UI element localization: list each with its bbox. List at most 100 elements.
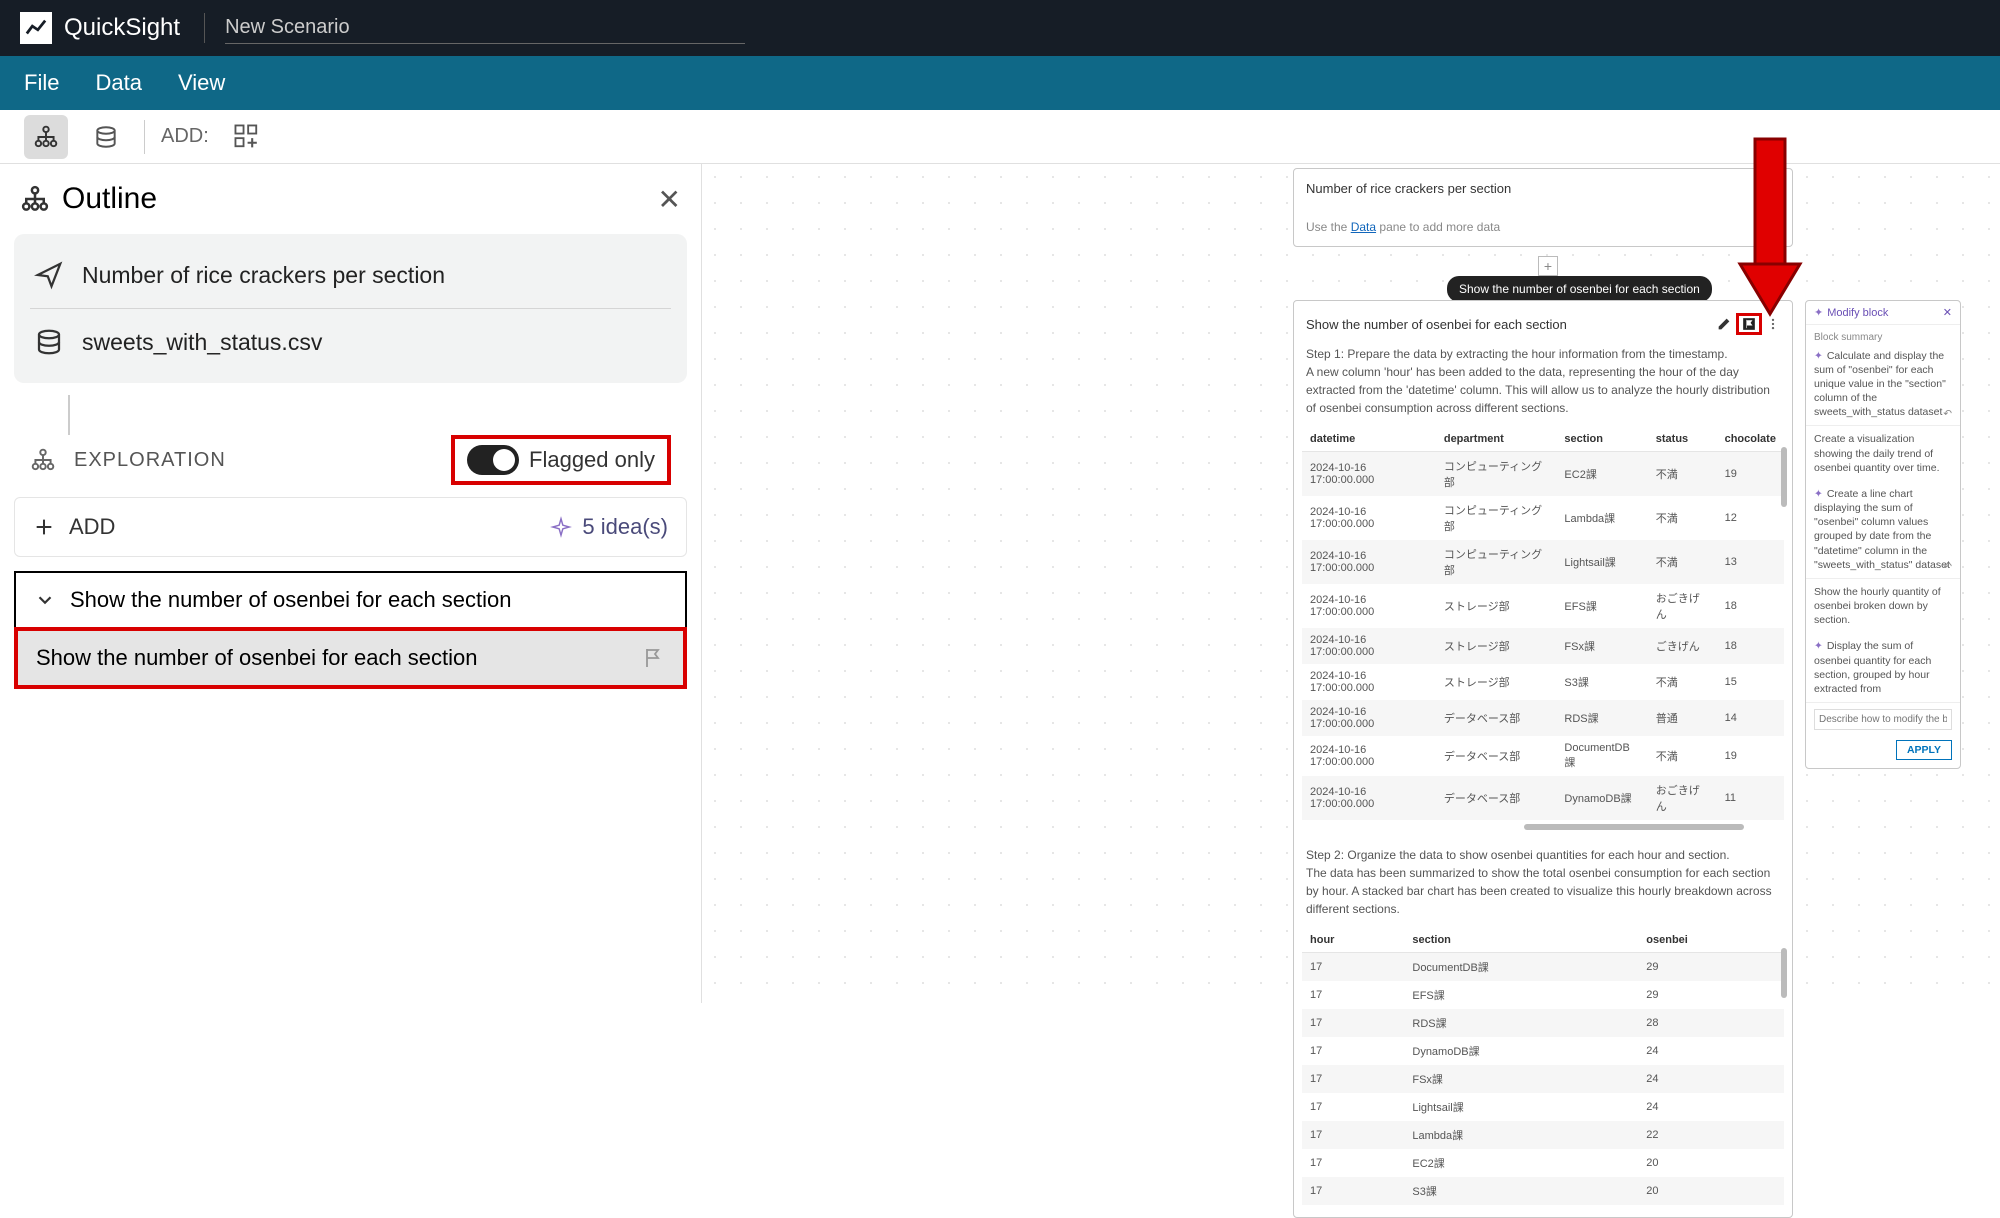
undo-icon[interactable]: ↶ xyxy=(1943,407,1952,421)
scenario-name-input[interactable] xyxy=(225,12,745,44)
table2-wrap: hoursectionosenbei17DocumentDB課2917EFS課2… xyxy=(1302,928,1784,1205)
sparkle-icon: ✦ xyxy=(1814,640,1823,652)
modify-header[interactable]: ✦Modify block ✕ xyxy=(1806,301,1960,325)
add-button[interactable]: ADD xyxy=(33,514,115,540)
data-hint: Use the Data pane to add more data xyxy=(1306,220,1780,234)
table-row: 2024-10-16 17:00:00.000データベース部RDS課普通14 xyxy=(1302,700,1784,736)
step2-line1: Step 2: Organize the data to show osenbe… xyxy=(1306,846,1780,864)
tree-child-label: Show the number of osenbei for each sect… xyxy=(36,645,478,671)
table-row: 17FSx課24 xyxy=(1302,1065,1784,1093)
canvas[interactable]: Number of rice crackers per section Use … xyxy=(702,164,2000,1003)
apply-button[interactable]: APPLY xyxy=(1896,740,1952,760)
flagged-only-toggle[interactable] xyxy=(467,445,519,475)
toolbar-separator xyxy=(144,120,145,154)
table-row: 17RDS課28 xyxy=(1302,1009,1784,1037)
thread-card[interactable]: Number of rice crackers per section swee… xyxy=(14,234,687,383)
table2-scrollbar-v[interactable] xyxy=(1781,948,1787,998)
table-row: 2024-10-16 17:00:00.000データベース部DynamoDB課お… xyxy=(1302,776,1784,820)
modify-block-panel: ✦Modify block ✕ Block summary ✦Calculate… xyxy=(1805,300,1961,769)
exploration-row: EXPLORATION Flagged only xyxy=(14,435,687,485)
table1-scrollbar-h[interactable] xyxy=(1524,824,1744,830)
table-row: 17EFS課29 xyxy=(1302,981,1784,1009)
flag-icon xyxy=(641,646,665,670)
data-pane-link[interactable]: Data xyxy=(1351,220,1376,234)
col-header: department xyxy=(1436,427,1557,452)
annotation-arrow xyxy=(1735,134,1805,324)
edit-icon[interactable] xyxy=(1716,316,1732,332)
col-header: chocolate xyxy=(1717,427,1784,452)
tree-connector xyxy=(68,395,70,435)
summary-label: Block summary xyxy=(1814,331,1952,345)
flagged-only-label: Flagged only xyxy=(529,447,655,473)
sparkle-icon xyxy=(550,516,572,538)
thread-header-title: Number of rice crackers per section xyxy=(1306,181,1780,196)
table-row: 17Lambda課22 xyxy=(1302,1121,1784,1149)
exploration-label-text: EXPLORATION xyxy=(74,449,226,472)
outline-view-button[interactable] xyxy=(24,115,68,159)
hierarchy-icon xyxy=(33,124,59,150)
table-row: 17Lightsail課24 xyxy=(1302,1093,1784,1121)
app-header: QuickSight xyxy=(0,0,2000,56)
add-block-button[interactable] xyxy=(225,115,269,159)
table-row: 2024-10-16 17:00:00.000ストレージ部EFS課おごきげん18 xyxy=(1302,584,1784,628)
menu-data[interactable]: Data xyxy=(95,70,141,96)
main-area: Outline ✕ Number of rice crackers per se… xyxy=(0,164,2000,1003)
exploration-child-highlight: Show the number of osenbei for each sect… xyxy=(14,627,687,689)
col-header: hour xyxy=(1302,928,1404,953)
close-outline-button[interactable]: ✕ xyxy=(658,183,681,216)
outline-title-text: Outline xyxy=(62,182,157,216)
data-table-2: hoursectionosenbei17DocumentDB課2917EFS課2… xyxy=(1302,928,1784,1205)
send-icon xyxy=(34,260,64,290)
toolbar: ADD: xyxy=(0,110,2000,164)
col-header: datetime xyxy=(1302,427,1436,452)
analysis-block[interactable]: Show the number of osenbei for each sect… xyxy=(1293,300,1793,1218)
sparkle-icon: ✦ xyxy=(1814,350,1823,362)
data-table-1: datetimedepartmentsectionstatuschocolate… xyxy=(1302,427,1784,820)
table-row: 2024-10-16 17:00:00.000データベース部DocumentDB… xyxy=(1302,736,1784,776)
outline-sidebar: Outline ✕ Number of rice crackers per se… xyxy=(0,164,702,1003)
table1-wrap: datetimedepartmentsectionstatuschocolate… xyxy=(1302,427,1784,820)
database-icon xyxy=(34,327,64,357)
modify-description-input[interactable] xyxy=(1814,709,1952,730)
outline-header: Outline ✕ xyxy=(14,182,687,216)
flagged-only-control: Flagged only xyxy=(451,435,671,485)
hierarchy-icon xyxy=(30,447,56,473)
step2-line2: The data has been summarized to show the… xyxy=(1306,864,1780,918)
quicksight-logo xyxy=(20,12,52,44)
menu-file[interactable]: File xyxy=(24,70,59,96)
table-row: 2024-10-16 17:00:00.000ストレージ部FSx課ごきげん18 xyxy=(1302,628,1784,664)
col-header: status xyxy=(1648,427,1717,452)
plus-icon xyxy=(33,516,55,538)
exploration-child-item[interactable]: Show the number of osenbei for each sect… xyxy=(18,631,683,685)
step1-line1: Step 1: Prepare the data by extracting t… xyxy=(1306,345,1780,363)
add-ideas-row: ADD 5 idea(s) xyxy=(14,497,687,557)
add-block-inline-button[interactable]: + xyxy=(1538,256,1558,276)
sparkle-icon: ✦ xyxy=(1814,488,1823,500)
table-row: 2024-10-16 17:00:00.000コンピューティング部Lightsa… xyxy=(1302,540,1784,584)
close-icon[interactable]: ✕ xyxy=(1943,306,1952,319)
menu-view[interactable]: View xyxy=(178,70,225,96)
table-row: 17S3課20 xyxy=(1302,1177,1784,1205)
thread-header-block[interactable]: Number of rice crackers per section Use … xyxy=(1293,168,1793,247)
suggestion-2[interactable]: Create a line chart displaying the sum o… xyxy=(1814,488,1950,571)
exploration-parent-item[interactable]: Show the number of osenbei for each sect… xyxy=(14,571,687,627)
ideas-button[interactable]: 5 idea(s) xyxy=(550,514,668,540)
tree-parent-label: Show the number of osenbei for each sect… xyxy=(70,587,512,613)
summary-text: Calculate and display the sum of "osenbe… xyxy=(1814,350,1946,419)
suggestion-4[interactable]: Display the sum of osenbei quantity for … xyxy=(1814,640,1931,695)
step1-line2: A new column 'hour' has been added to th… xyxy=(1306,363,1780,417)
data-view-button[interactable] xyxy=(84,115,128,159)
chevron-down-icon xyxy=(34,589,56,611)
suggestion-3[interactable]: Show the hourly quantity of osenbei brok… xyxy=(1806,579,1960,634)
table-row: 17EC2課20 xyxy=(1302,1149,1784,1177)
table1-scrollbar-v[interactable] xyxy=(1781,447,1787,507)
col-header: osenbei xyxy=(1638,928,1784,953)
col-header: section xyxy=(1556,427,1647,452)
hierarchy-icon xyxy=(20,184,50,214)
table-row: 2024-10-16 17:00:00.000コンピューティング部Lambda課… xyxy=(1302,496,1784,540)
block-title: Show the number of osenbei for each sect… xyxy=(1306,317,1567,332)
table-row: 17DynamoDB課24 xyxy=(1302,1037,1784,1065)
suggestion-1[interactable]: Create a visualization showing the daily… xyxy=(1806,426,1960,481)
undo-icon[interactable]: ↶ xyxy=(1943,560,1952,574)
table-row: 2024-10-16 17:00:00.000ストレージ部S3課不満15 xyxy=(1302,664,1784,700)
